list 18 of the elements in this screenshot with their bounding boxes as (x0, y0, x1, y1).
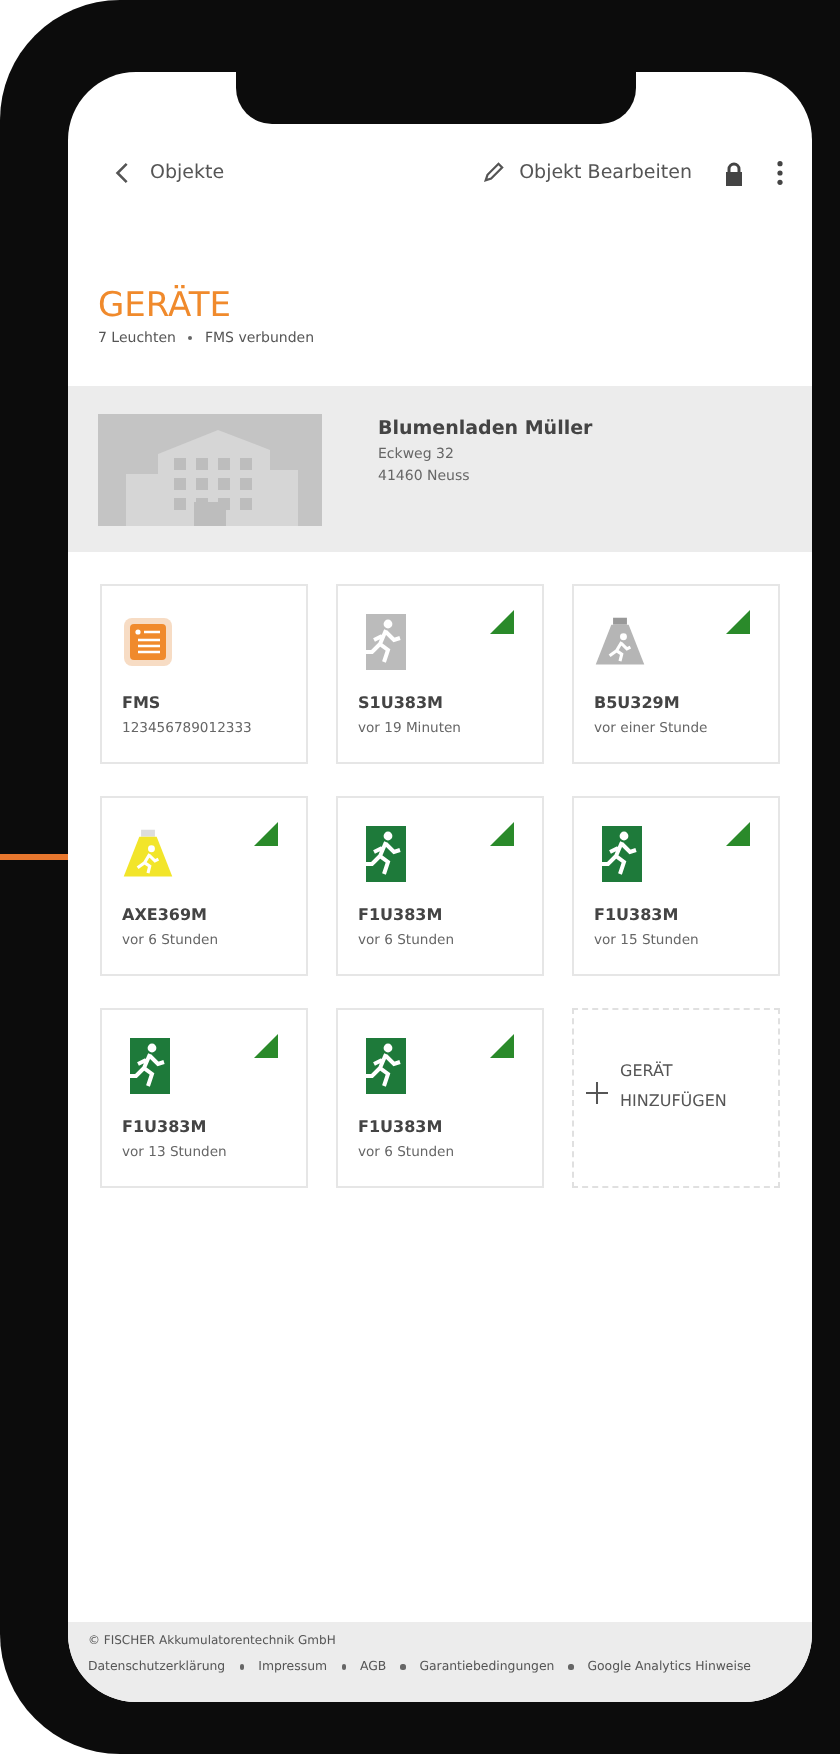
device-name: F1U383M (122, 1118, 207, 1136)
page-title: GERÄTE (98, 286, 233, 326)
back-button[interactable]: Objekte (112, 162, 225, 184)
add-device-button[interactable]: GERÄT HINZUFÜGEN (572, 1008, 780, 1188)
plus-icon (586, 1082, 608, 1104)
device-name: F1U383M (358, 906, 443, 924)
device-name: FMS (122, 694, 161, 712)
device-name: F1U383M (594, 906, 679, 924)
pencil-icon (481, 162, 504, 184)
device-name: F1U383M (358, 1118, 443, 1136)
more-icon[interactable] (776, 160, 784, 186)
edit-button[interactable]: Objekt Bearbeiten (481, 162, 692, 184)
lock-icon[interactable] (724, 161, 744, 185)
device-name: S1U383M (358, 694, 443, 712)
location-name: Blumenladen Müller (378, 418, 593, 440)
leader-line (0, 854, 72, 860)
device-name: B5U329M (594, 694, 680, 712)
device-name: AXE369M (122, 906, 207, 924)
